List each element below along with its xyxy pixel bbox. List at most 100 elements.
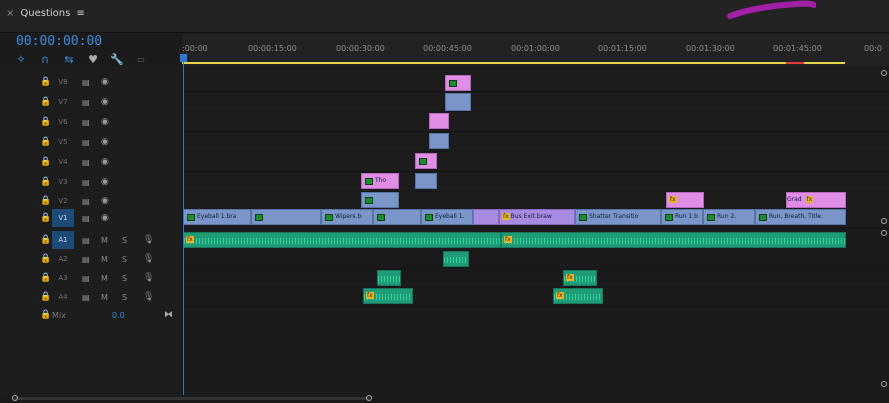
audio-clip-a1[interactable]: fx <box>183 232 501 248</box>
playhead-handle[interactable] <box>180 54 187 62</box>
horizontal-scrollbar[interactable] <box>14 397 370 400</box>
solo-button[interactable]: S <box>122 255 127 264</box>
vscroll-handle-audio[interactable] <box>881 230 887 236</box>
sync-lock-icon[interactable]: ▤ <box>82 274 90 283</box>
playhead-line[interactable] <box>183 55 184 395</box>
sync-lock-icon[interactable]: ▤ <box>82 158 90 167</box>
hscroll-handle-left[interactable] <box>12 395 18 401</box>
audio-clip-a3[interactable]: fx <box>563 270 597 286</box>
graphic-clip-v8[interactable] <box>445 75 471 91</box>
panel-menu-icon[interactable]: ≡ <box>76 8 84 19</box>
lane-a2[interactable] <box>183 250 889 269</box>
video-clip-v1[interactable]: Eyeball 1. <box>421 209 473 225</box>
video-clip-v1[interactable]: Eyeball 1.bra <box>183 209 251 225</box>
track-target-v5[interactable]: V5 <box>52 133 74 151</box>
mute-button[interactable]: M <box>101 255 108 264</box>
close-tab-icon[interactable]: × <box>6 8 14 19</box>
solo-button[interactable]: S <box>122 293 127 302</box>
track-target-v3[interactable]: V3 <box>52 173 74 191</box>
link-icon[interactable]: ∩ <box>38 53 52 66</box>
lock-icon[interactable]: 🔒 <box>40 177 51 187</box>
eye-icon[interactable]: ◉ <box>101 77 109 87</box>
lock-icon[interactable]: 🔒 <box>40 97 51 107</box>
linked-selection-icon[interactable]: ⇆ <box>62 53 76 66</box>
audio-clip-a2[interactable] <box>443 251 469 267</box>
vscroll-handle-bottom[interactable] <box>881 381 887 387</box>
video-clip-v1[interactable] <box>373 209 421 225</box>
sync-lock-icon[interactable]: ▤ <box>82 197 90 206</box>
track-target-v7[interactable]: V7 <box>52 93 74 111</box>
track-target-v1[interactable]: V1 <box>52 209 74 227</box>
lock-icon[interactable]: 🔒 <box>40 196 51 206</box>
hscroll-handle-right[interactable] <box>366 395 372 401</box>
sync-lock-icon[interactable]: ▤ <box>82 138 90 147</box>
mix-volume[interactable]: 0.0 <box>112 311 125 320</box>
lock-icon[interactable]: 🔒 <box>40 213 51 223</box>
lane-v5[interactable] <box>183 133 889 152</box>
track-target-v4[interactable]: V4 <box>52 153 74 171</box>
lane-v3[interactable] <box>183 173 889 192</box>
video-clip-v1[interactable] <box>251 209 321 225</box>
graphic-clip-v6[interactable] <box>429 113 449 129</box>
audio-clip-a3[interactable] <box>377 270 401 286</box>
lane-v7[interactable] <box>183 93 889 112</box>
track-target-a3[interactable]: A3 <box>52 269 74 287</box>
lane-v8[interactable] <box>183 73 889 92</box>
work-area-bar[interactable] <box>182 62 845 64</box>
video-clip-v1[interactable]: Run, Breath, Title. <box>755 209 846 225</box>
video-clip-v1[interactable]: Wipers.b <box>321 209 373 225</box>
lock-icon[interactable]: 🔒 <box>40 117 51 127</box>
video-clip-v2[interactable] <box>361 192 399 208</box>
mute-button[interactable]: M <box>101 293 108 302</box>
eye-icon[interactable]: ◉ <box>101 213 109 223</box>
lock-icon[interactable]: 🔒 <box>40 235 51 245</box>
lock-icon[interactable]: 🔒 <box>40 292 51 302</box>
lock-icon[interactable]: 🔒 <box>40 137 51 147</box>
track-target-v8[interactable]: V8 <box>52 73 74 91</box>
graphic-clip-fx-1[interactable]: fx <box>666 192 704 208</box>
video-clip-v1[interactable]: Run 1.b <box>661 209 703 225</box>
track-target-a4[interactable]: A4 <box>52 288 74 306</box>
sync-lock-icon[interactable]: ▤ <box>82 98 90 107</box>
eye-icon[interactable]: ◉ <box>101 196 109 206</box>
audio-clip-a4[interactable]: fx <box>553 288 603 304</box>
graphic-clip-grad[interactable]: Grad fx <box>786 192 846 208</box>
eye-icon[interactable]: ◉ <box>101 157 109 167</box>
solo-button[interactable]: S <box>122 236 127 245</box>
audio-clip-a1[interactable]: fx <box>501 232 846 248</box>
lock-icon[interactable]: 🔒 <box>40 77 51 87</box>
sync-lock-icon[interactable]: ▤ <box>82 293 90 302</box>
sync-lock-icon[interactable]: ▤ <box>82 255 90 264</box>
microphone-icon[interactable]: 🎙 <box>143 292 154 302</box>
video-clip-stack[interactable] <box>445 93 471 111</box>
marker-icon[interactable]: ♥ <box>86 53 100 66</box>
vscroll-handle-top[interactable] <box>881 70 887 76</box>
lane-a3[interactable] <box>183 269 889 288</box>
lock-icon[interactable]: 🔒 <box>40 273 51 283</box>
sequence-tab[interactable]: × Questions ≡ <box>6 8 85 19</box>
microphone-icon[interactable]: 🎙 <box>143 254 154 264</box>
eye-icon[interactable]: ◉ <box>101 137 109 147</box>
solo-button[interactable]: S <box>122 274 127 283</box>
mute-button[interactable]: M <box>101 274 108 283</box>
track-target-v6[interactable]: V6 <box>52 113 74 131</box>
microphone-icon[interactable]: 🎙 <box>143 273 154 283</box>
captions-icon[interactable]: ▭ <box>134 55 148 64</box>
video-clip-v3[interactable] <box>415 173 437 189</box>
sync-lock-icon[interactable]: ▤ <box>82 236 90 245</box>
vscroll-handle-mid[interactable] <box>881 218 887 224</box>
snap-icon[interactable]: ⟡ <box>14 52 28 66</box>
track-target-a1[interactable]: A1 <box>52 231 74 249</box>
sync-lock-icon[interactable]: ▤ <box>82 214 90 223</box>
graphic-clip-tho[interactable]: Tho <box>361 173 399 189</box>
bowtie-icon[interactable]: ⧓ <box>164 310 173 320</box>
wrench-icon[interactable]: 🔧 <box>110 53 124 66</box>
lock-icon[interactable]: 🔒 <box>40 157 51 167</box>
video-clip-v1[interactable]: fx Bus Exit.braw <box>499 209 575 225</box>
video-clip-v1[interactable]: Run 2. <box>703 209 755 225</box>
video-clip-v5[interactable] <box>429 133 449 149</box>
track-target-v2[interactable]: V2 <box>52 192 74 210</box>
eye-icon[interactable]: ◉ <box>101 97 109 107</box>
eye-icon[interactable]: ◉ <box>101 177 109 187</box>
playhead-timecode[interactable]: 00:00:00:00 <box>16 34 102 49</box>
